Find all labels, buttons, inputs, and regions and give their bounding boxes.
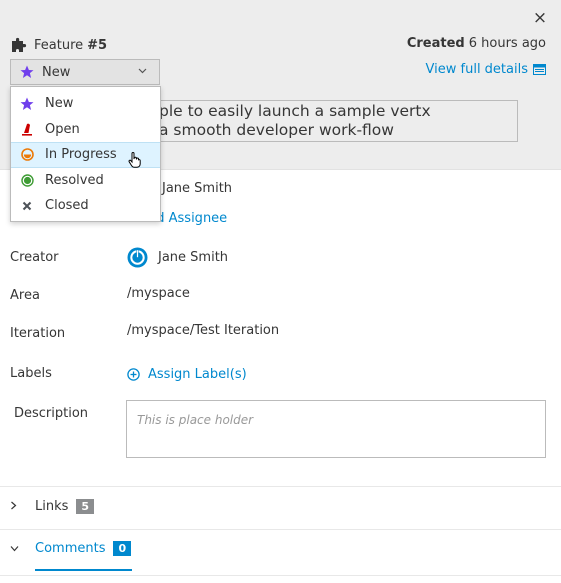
state-option-label: Resolved bbox=[45, 172, 104, 188]
creator-label: Creator bbox=[10, 250, 59, 265]
hand-pointer-icon bbox=[128, 152, 141, 168]
resolved-dot-icon bbox=[20, 174, 34, 187]
close-button[interactable]: × bbox=[532, 8, 548, 28]
description-placeholder: This is place holder bbox=[137, 413, 254, 427]
creator-name: Jane Smith bbox=[158, 250, 229, 265]
state-dropdown[interactable]: New bbox=[10, 59, 160, 85]
fire-extinguisher-icon bbox=[20, 122, 34, 136]
view-full-details-link[interactable]: View full details bbox=[426, 62, 546, 77]
iteration-value[interactable]: /myspace/Test Iteration bbox=[127, 323, 279, 338]
state-option-label: Open bbox=[45, 121, 80, 137]
creator-value: Jane Smith bbox=[127, 247, 228, 268]
state-option-resolved[interactable]: Resolved bbox=[11, 168, 160, 194]
assign-labels-button[interactable]: Assign Label(s) bbox=[127, 367, 247, 382]
details-window-icon bbox=[533, 64, 546, 75]
puzzle-icon bbox=[12, 37, 27, 52]
state-option-label: New bbox=[45, 96, 74, 112]
close-icon: × bbox=[532, 8, 548, 28]
title-line-2: a smooth developer work-flow bbox=[159, 121, 394, 139]
star-icon bbox=[20, 97, 34, 111]
links-label: Links bbox=[35, 499, 69, 514]
work-item-type: Feature #5 bbox=[10, 36, 107, 54]
item-number: #5 bbox=[87, 37, 108, 53]
item-type-label: Feature bbox=[34, 37, 84, 53]
divider bbox=[0, 575, 561, 576]
created-info: Created 6 hours ago bbox=[407, 36, 546, 51]
progress-ring-icon bbox=[20, 148, 34, 162]
avatar-icon bbox=[127, 247, 148, 268]
created-value: 6 hours ago bbox=[468, 36, 546, 51]
area-value[interactable]: /myspace bbox=[127, 286, 190, 301]
comments-active-underline bbox=[35, 569, 132, 571]
labels-label: Labels bbox=[10, 366, 52, 381]
state-selected-label: New bbox=[42, 64, 71, 80]
divider bbox=[0, 529, 561, 530]
state-option-label: Closed bbox=[45, 198, 89, 214]
chevron-right-icon bbox=[10, 500, 24, 513]
close-x-icon bbox=[20, 201, 34, 211]
state-option-open[interactable]: Open bbox=[11, 117, 160, 143]
created-label: Created bbox=[406, 36, 465, 51]
description-field[interactable]: This is place holder bbox=[126, 400, 546, 458]
title-input[interactable]: ple to easily launch a sample vertx a sm… bbox=[126, 100, 518, 142]
title-line-1: ple to easily launch a sample vertx bbox=[159, 102, 431, 120]
chevron-down-icon bbox=[138, 67, 147, 77]
state-option-label: In Progress bbox=[45, 147, 117, 163]
comments-label: Comments bbox=[35, 541, 106, 556]
comments-section-toggle[interactable]: Comments 0 bbox=[10, 541, 132, 556]
comments-count-badge: 0 bbox=[113, 541, 132, 556]
view-full-details-label: View full details bbox=[425, 62, 528, 77]
state-option-new[interactable]: New bbox=[11, 91, 160, 117]
star-icon bbox=[20, 65, 34, 78]
chevron-down-icon bbox=[10, 542, 24, 555]
iteration-label: Iteration bbox=[10, 326, 66, 341]
assign-labels-label: Assign Label(s) bbox=[148, 367, 247, 382]
description-label: Description bbox=[14, 406, 89, 421]
links-count-badge: 5 bbox=[76, 499, 95, 514]
links-section-toggle[interactable]: Links 5 bbox=[10, 499, 95, 514]
assignee-name: Jane Smith bbox=[162, 181, 233, 196]
area-label: Area bbox=[10, 288, 40, 303]
divider bbox=[0, 486, 561, 487]
plus-circle-icon bbox=[127, 368, 140, 381]
state-option-closed[interactable]: Closed bbox=[11, 193, 160, 219]
